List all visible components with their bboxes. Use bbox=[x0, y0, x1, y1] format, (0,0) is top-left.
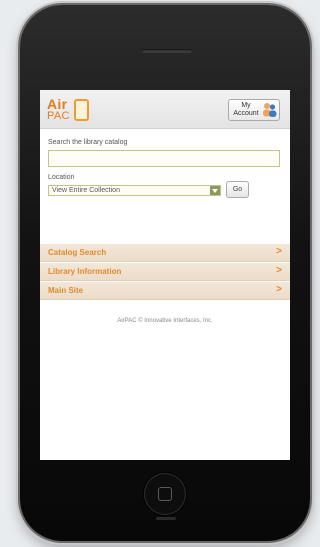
chevron-right-icon: > bbox=[276, 246, 282, 257]
account-label: My Account bbox=[233, 102, 259, 118]
search-input[interactable] bbox=[48, 150, 280, 167]
app-screen: Air PAC My Account Search the library ca… bbox=[40, 90, 290, 460]
logo-text-pac: PAC bbox=[47, 110, 70, 122]
home-button-reflection bbox=[156, 517, 176, 520]
footer: AirPAC © Innovative Interfaces, Inc. bbox=[40, 300, 290, 340]
chevron-right-icon: > bbox=[276, 265, 282, 276]
search-label: Search the library catalog bbox=[48, 139, 128, 146]
account-label-line2: Account bbox=[233, 110, 259, 117]
dropdown-arrow-icon bbox=[210, 186, 220, 195]
location-selected-value: View Entire Collection bbox=[52, 187, 120, 194]
menu-item-main-site[interactable]: Main Site > bbox=[40, 281, 290, 300]
home-square-icon bbox=[158, 487, 172, 501]
location-label: Location bbox=[48, 174, 75, 181]
speaker-grille bbox=[142, 49, 192, 53]
menu-item-library-information[interactable]: Library Information > bbox=[40, 262, 290, 281]
menu-item-catalog-search[interactable]: Catalog Search > bbox=[40, 243, 290, 262]
account-label-line1: My bbox=[241, 102, 251, 109]
app-header: Air PAC My Account bbox=[40, 90, 290, 129]
airpac-logo[interactable]: Air PAC bbox=[47, 96, 95, 124]
people-icon bbox=[263, 103, 277, 117]
location-select[interactable]: View Entire Collection bbox=[48, 185, 221, 196]
menu-item-label: Catalog Search bbox=[48, 248, 107, 257]
copyright-text: AirPAC © Innovative Interfaces, Inc. bbox=[117, 318, 213, 324]
phone-frame: Air PAC My Account Search the library ca… bbox=[20, 5, 310, 541]
go-button[interactable]: Go bbox=[226, 181, 249, 198]
my-account-button[interactable]: My Account bbox=[228, 99, 280, 121]
home-button[interactable] bbox=[144, 473, 186, 515]
menu-item-label: Library Information bbox=[48, 267, 122, 276]
phone-icon bbox=[74, 99, 89, 121]
menu-item-label: Main Site bbox=[48, 286, 84, 295]
chevron-right-icon: > bbox=[276, 284, 282, 295]
search-form: Search the library catalog Location View… bbox=[40, 129, 290, 243]
